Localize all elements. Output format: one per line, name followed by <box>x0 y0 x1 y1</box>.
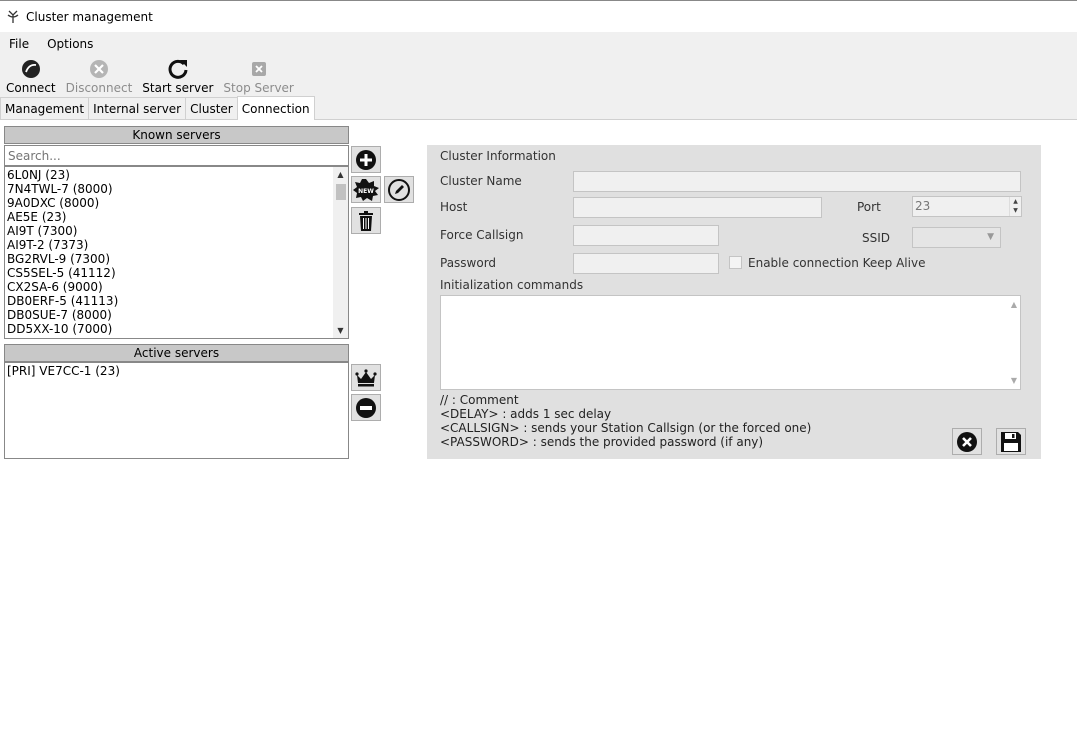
list-item[interactable]: DB0ERF-5 (41113) <box>5 294 348 308</box>
cluster-info-title: Cluster Information <box>440 149 556 163</box>
close-circle-icon <box>957 431 977 452</box>
tab-cluster[interactable]: Cluster <box>185 97 238 119</box>
cluster-name-label: Cluster Name <box>440 174 522 188</box>
port-value: 23 <box>915 199 931 213</box>
known-servers-scrollbar[interactable]: ▲ ▼ <box>333 167 348 338</box>
list-item[interactable]: 6L0NJ (23) <box>5 168 348 182</box>
crown-icon <box>355 368 377 386</box>
remove-active-button[interactable] <box>351 394 381 421</box>
tab-bar: Management Internal server Cluster Conne… <box>0 96 1077 120</box>
scroll-down-icon[interactable]: ▼ <box>333 323 348 338</box>
list-item[interactable]: [PRI] VE7CC-1 (23) <box>5 364 348 378</box>
tab-connection[interactable]: Connection <box>236 96 315 120</box>
chevron-down-icon[interactable]: ▼ <box>1010 206 1021 215</box>
port-stepper[interactable]: 23 ▲ ▼ <box>912 196 1022 217</box>
connect-icon <box>20 58 42 80</box>
password-field[interactable] <box>573 253 719 274</box>
new-badge-icon: NEW <box>353 178 379 201</box>
menu-bar: File Options <box>0 32 1077 56</box>
list-item[interactable]: AI9T (7300) <box>5 224 348 238</box>
svg-text:NEW: NEW <box>358 188 374 195</box>
scroll-thumb[interactable] <box>336 184 346 200</box>
password-label: Password <box>440 256 497 270</box>
known-servers-list[interactable]: 6L0NJ (23) 7N4TWL-7 (8000) 9A0DXC (8000)… <box>4 166 349 339</box>
stop-server-button[interactable]: Stop Server <box>223 56 294 95</box>
help-line: <CALLSIGN> : sends your Station Callsign… <box>440 421 812 435</box>
cluster-info-panel: Cluster Information Cluster Name Host Po… <box>427 145 1041 459</box>
tab-internal-server[interactable]: Internal server <box>88 97 187 119</box>
list-item[interactable]: CX2SA-6 (9000) <box>5 280 348 294</box>
force-callsign-field[interactable] <box>573 225 719 246</box>
menu-options[interactable]: Options <box>38 37 102 51</box>
title-bar: Cluster management <box>0 0 1077 32</box>
list-item[interactable]: AE5E (23) <box>5 210 348 224</box>
add-server-button[interactable] <box>351 146 381 173</box>
new-server-button[interactable]: NEW <box>351 176 381 203</box>
edit-server-button[interactable] <box>384 176 414 203</box>
port-label: Port <box>857 200 881 214</box>
ssid-select[interactable]: ▼ <box>912 227 1001 248</box>
list-item[interactable]: DD5XX-10 (7000) <box>5 322 348 336</box>
toolbar: Connect Disconnect Start server Stop Ser… <box>0 56 1077 96</box>
force-callsign-label: Force Callsign <box>440 228 524 242</box>
antenna-icon <box>6 10 20 24</box>
keep-alive-label: Enable connection Keep Alive <box>748 256 926 270</box>
tab-management[interactable]: Management <box>0 97 90 119</box>
active-servers-header: Active servers <box>4 344 349 362</box>
list-item[interactable]: CS5SEL-5 (41112) <box>5 266 348 280</box>
init-commands-label: Initialization commands <box>440 278 584 292</box>
window-title: Cluster management <box>26 9 153 24</box>
known-servers-header: Known servers <box>4 126 349 144</box>
trash-icon <box>359 210 373 231</box>
list-item[interactable]: AI9T-2 (7373) <box>5 238 348 252</box>
cancel-button[interactable] <box>952 428 982 455</box>
cluster-name-field[interactable] <box>573 171 1021 192</box>
refresh-icon <box>167 58 189 80</box>
ssid-label: SSID <box>862 231 891 245</box>
connect-button[interactable]: Connect <box>6 56 56 95</box>
host-field[interactable] <box>573 197 822 218</box>
save-button[interactable] <box>996 428 1026 455</box>
init-commands-textarea[interactable]: ▲ ▼ <box>440 295 1021 390</box>
disconnect-icon <box>88 58 110 80</box>
help-line: // : Comment <box>440 393 519 407</box>
help-line: <PASSWORD> : sends the provided password… <box>440 435 764 449</box>
stop-icon <box>248 58 270 80</box>
search-input[interactable] <box>4 145 349 166</box>
menu-file[interactable]: File <box>0 37 38 51</box>
list-item[interactable]: 9A0DXC (8000) <box>5 196 348 210</box>
keep-alive-checkbox[interactable] <box>729 256 742 269</box>
list-item[interactable]: DB0SUE-7 (8000) <box>5 308 348 322</box>
floppy-disk-icon <box>1001 431 1021 452</box>
list-item[interactable]: BG2RVL-9 (7300) <box>5 252 348 266</box>
host-label: Host <box>440 200 468 214</box>
help-text: // : Comment <DELAY> : adds 1 sec delay … <box>440 393 811 449</box>
delete-server-button[interactable] <box>351 207 381 234</box>
chevron-down-icon: ▼ <box>987 232 994 242</box>
scroll-up-icon[interactable]: ▲ <box>333 167 348 182</box>
disconnect-button[interactable]: Disconnect <box>66 56 132 95</box>
scroll-up-icon[interactable]: ▲ <box>1011 300 1017 309</box>
active-servers-list[interactable]: [PRI] VE7CC-1 (23) <box>4 362 349 459</box>
set-primary-button[interactable] <box>351 364 381 391</box>
help-line: <DELAY> : adds 1 sec delay <box>440 407 612 421</box>
scroll-down-icon[interactable]: ▼ <box>1011 376 1017 385</box>
minus-circle-icon <box>356 397 376 418</box>
start-server-button[interactable]: Start server <box>142 56 213 95</box>
edit-icon <box>388 178 410 201</box>
list-item[interactable]: 7N4TWL-7 (8000) <box>5 182 348 196</box>
chevron-up-icon[interactable]: ▲ <box>1010 197 1021 206</box>
plus-circle-icon <box>356 149 376 170</box>
